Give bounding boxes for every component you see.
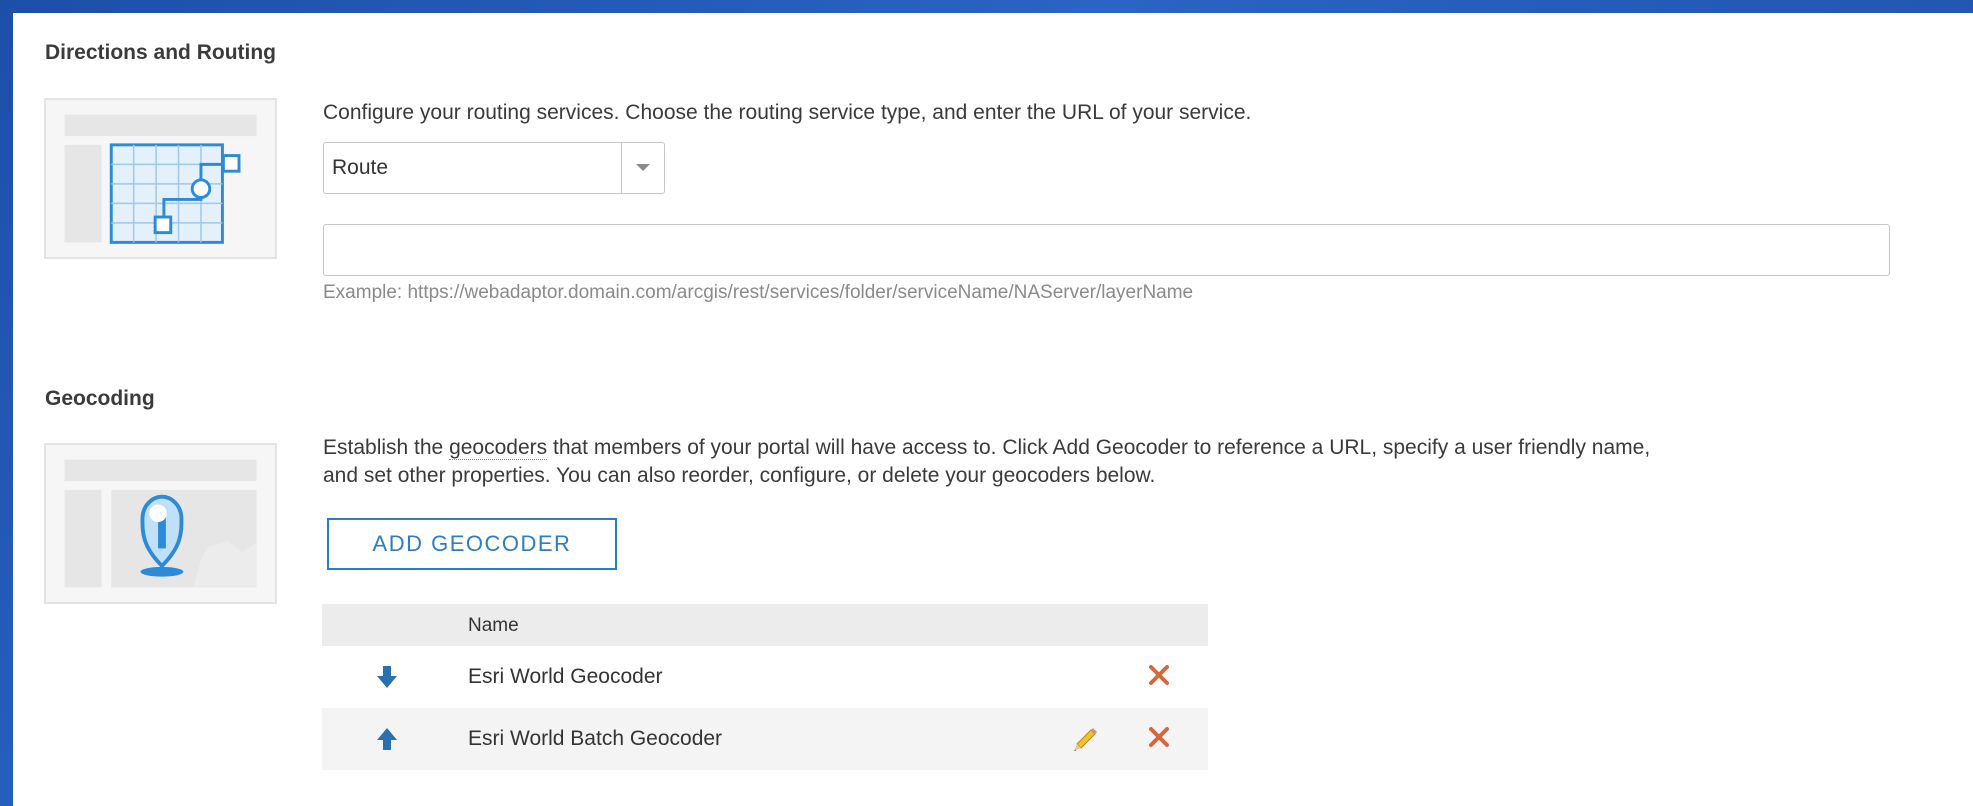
geocoding-desc-end: that members of your portal will have ac…: [547, 436, 1651, 459]
arrow-up-icon[interactable]: [376, 726, 398, 752]
geocoder-name: Esri World Geocoder: [468, 665, 663, 688]
delete-x-icon[interactable]: [1147, 663, 1171, 687]
geocoding-desc-line2: and set other properties. You can also r…: [323, 464, 1156, 487]
routing-illustration: [44, 98, 277, 259]
table-row: Esri World Batch Geocoder: [322, 708, 1208, 770]
chevron-down-icon[interactable]: [636, 164, 650, 171]
routing-description: Configure your routing services. Choose …: [323, 101, 1252, 124]
route-map-icon: [64, 114, 257, 244]
routing-section-title: Directions and Routing: [45, 41, 276, 64]
add-geocoder-button[interactable]: ADD GEOCODER: [327, 518, 617, 570]
geocoding-desc-start: Establish the: [323, 436, 450, 459]
geocoders-term-link[interactable]: geocoders: [449, 436, 548, 460]
name-column-header: Name: [468, 615, 519, 636]
settings-panel: Directions and Routing Configure your ro…: [13, 13, 1973, 806]
geocoding-description: Establish the geocoders that members of …: [323, 434, 1650, 490]
geocoding-section-title: Geocoding: [45, 387, 155, 410]
select-divider: [621, 143, 622, 193]
routing-service-type-value: Route: [332, 156, 389, 179]
delete-x-icon[interactable]: [1147, 725, 1171, 749]
routing-url-example: Example: https://webadaptor.domain.com/a…: [323, 282, 1194, 303]
table-row: Esri World Geocoder: [322, 646, 1208, 708]
table-header: Name: [322, 604, 1208, 646]
arrow-down-icon[interactable]: [376, 664, 398, 690]
geocoders-table: Name Esri World Geocoder Esri World Batc…: [322, 604, 1208, 770]
routing-service-type-select[interactable]: Route: [323, 142, 665, 194]
routing-url-input[interactable]: [323, 224, 1890, 276]
map-pin-icon: [64, 459, 257, 588]
geocoding-illustration: [44, 443, 277, 604]
geocoder-name: Esri World Batch Geocoder: [468, 727, 723, 750]
pencil-icon[interactable]: [1069, 724, 1099, 754]
